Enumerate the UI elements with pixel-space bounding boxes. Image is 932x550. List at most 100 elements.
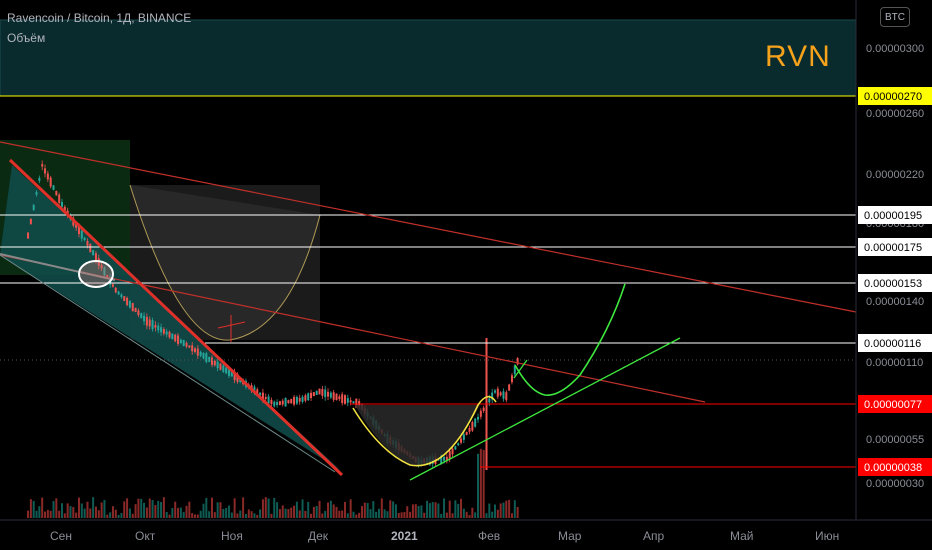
volume-bar	[154, 505, 157, 518]
volume-bar	[261, 499, 264, 518]
candle-body	[270, 399, 273, 405]
candle-body	[505, 392, 508, 401]
candle-body	[128, 301, 131, 308]
candle-body	[335, 393, 338, 401]
candle-body	[290, 399, 293, 404]
volume-bar	[406, 506, 409, 518]
candle-body	[216, 361, 219, 369]
volume-bar	[377, 508, 380, 518]
candle-body	[276, 402, 279, 406]
candle-body	[451, 448, 454, 455]
volume-bar	[109, 512, 112, 518]
volume-bar	[513, 500, 516, 518]
currency-badge[interactable]: BTC	[880, 7, 910, 27]
candle-body	[174, 334, 177, 342]
volume-bar	[465, 511, 468, 518]
candle-body	[143, 315, 146, 322]
volume-bar	[44, 511, 47, 518]
volume-bar	[106, 514, 109, 518]
volume-bar	[508, 499, 511, 518]
volume-bar	[92, 497, 95, 518]
volume-bar	[256, 514, 259, 518]
symbol-title[interactable]: Ravencoin / Bitcoin, 1Д, BINANCE	[7, 11, 191, 25]
volume-bar	[126, 498, 129, 518]
x-tick-label: Мар	[558, 529, 582, 543]
x-tick-labels: Сен Окт Ноя Дек 2021 Фев Мар Апр Май Июн	[50, 529, 839, 543]
volume-bar	[397, 512, 400, 518]
volume-bar	[69, 506, 72, 518]
candle-body	[32, 205, 35, 210]
volume-bar	[493, 504, 496, 518]
volume-bar	[188, 501, 191, 518]
volume-bar	[360, 506, 363, 518]
candle-body	[460, 438, 463, 443]
volume-bar	[86, 501, 89, 518]
volume-bar	[485, 513, 488, 518]
volume-bar	[157, 500, 160, 518]
volume-bar	[287, 509, 290, 518]
candle-body	[171, 333, 174, 340]
chart-canvas[interactable]: 0.00000300 0.00000260 0.00000220 0.00000…	[0, 0, 932, 550]
volume-bar	[239, 510, 242, 518]
volume-bar	[208, 511, 211, 518]
candle-body	[448, 451, 451, 459]
candle-body	[510, 375, 513, 383]
volume-bar	[312, 506, 315, 518]
volume-indicator-label[interactable]: Объём	[7, 31, 45, 45]
x-tick-label: Апр	[643, 529, 665, 543]
volume-bar	[352, 511, 355, 518]
candle-body	[131, 303, 134, 312]
volume-bar	[346, 513, 349, 518]
candle-body	[267, 396, 270, 404]
volume-bar	[267, 498, 270, 518]
volume-bar	[97, 510, 100, 518]
volume-bar	[80, 503, 83, 518]
volume-bar	[284, 508, 287, 518]
volume-bar	[491, 511, 494, 518]
volume-bar	[290, 507, 293, 518]
highlight-ellipse	[78, 260, 114, 288]
volume-bar	[123, 501, 126, 518]
volume-bar	[179, 507, 182, 518]
volume-bar	[510, 513, 513, 518]
candle-body	[327, 391, 330, 397]
volume-bar	[426, 500, 429, 518]
candle-body	[55, 190, 58, 196]
level-badge-label: 0.00000153	[864, 278, 922, 290]
volume-bar	[327, 502, 330, 518]
candle-body	[493, 390, 496, 393]
volume-bar	[244, 514, 247, 518]
volume-bar	[222, 508, 225, 518]
volume-bar	[72, 507, 75, 518]
volume-bar	[477, 453, 480, 518]
volume-bar	[482, 449, 485, 518]
x-tick-label: Дек	[308, 529, 329, 543]
volume-bar	[349, 499, 352, 518]
x-tick-label: 2021	[391, 529, 418, 543]
volume-bar	[358, 512, 361, 518]
candle-body	[205, 353, 208, 362]
candle-body	[222, 365, 225, 372]
candle-body	[168, 331, 171, 338]
candle-body	[454, 446, 457, 450]
candle-body	[304, 395, 307, 401]
level-badge-label: 0.00000175	[864, 242, 922, 254]
volume-bar	[117, 514, 120, 518]
candle-body	[264, 396, 267, 399]
volume-bar	[49, 510, 52, 518]
volume-bar	[417, 505, 420, 518]
volume-bar	[318, 500, 321, 518]
candle-body	[194, 348, 197, 353]
volume-bar	[38, 506, 41, 518]
volume-bar	[335, 506, 338, 518]
volume-bar	[329, 500, 332, 518]
candle-body	[312, 392, 315, 397]
volume-bar	[499, 503, 502, 518]
candle-body	[213, 360, 216, 366]
candle-body	[145, 316, 148, 326]
rvn-annotation: RVN	[765, 40, 831, 73]
volume-bar	[120, 513, 123, 518]
candle-body	[457, 443, 460, 446]
candle-body	[114, 287, 117, 293]
resistance-zone	[0, 19, 857, 97]
